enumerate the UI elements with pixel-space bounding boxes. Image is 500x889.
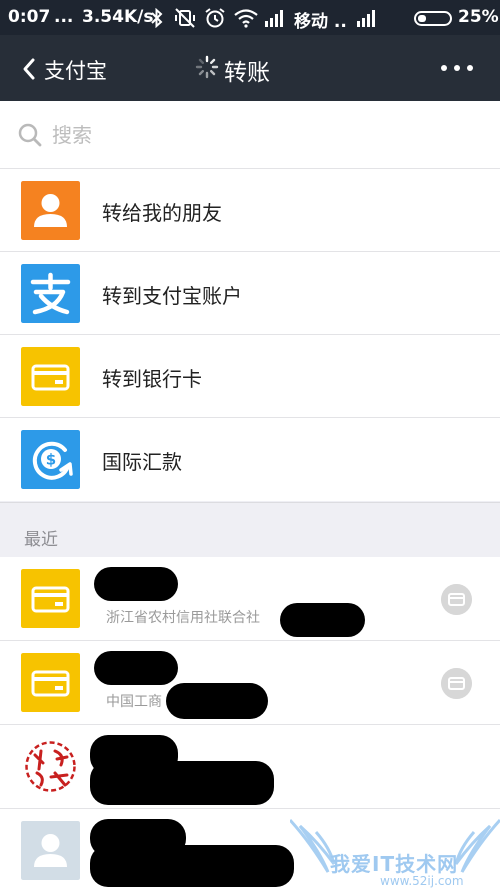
redacted-account: [90, 761, 274, 805]
menu-item-label: 转到银行卡: [102, 367, 202, 391]
transfer-to-alipay-account[interactable]: 转到支付宝账户: [0, 252, 500, 335]
alipay-icon: [21, 264, 80, 323]
search-input[interactable]: [52, 117, 472, 153]
default-avatar-icon: [21, 821, 80, 880]
page-title: 转账: [224, 60, 270, 86]
redacted-account: [166, 683, 268, 719]
bank-card-icon: [21, 569, 80, 628]
card-button-icon[interactable]: [441, 668, 472, 699]
svg-text:$: $: [46, 451, 56, 469]
loading-spinner-icon: [195, 55, 219, 79]
recent-item[interactable]: [0, 725, 500, 809]
network-speed: 3.54K/s: [82, 7, 154, 27]
recent-bank-name: 中国工商: [106, 694, 162, 710]
signal-icon: [265, 10, 283, 27]
recent-bank-name: 浙江省农村信用社联合社: [106, 610, 260, 626]
vibrate-mute-icon: [175, 8, 195, 28]
international-remit-icon: $: [21, 430, 80, 489]
search-icon: [18, 123, 42, 147]
battery-icon: [414, 11, 452, 26]
transfer-to-bank-card[interactable]: 转到银行卡: [0, 335, 500, 418]
bank-card-icon: [21, 653, 80, 712]
status-time: 0:07: [8, 7, 51, 27]
redacted-account: [90, 845, 294, 887]
signal-icon-2: [357, 10, 375, 27]
recent-header-label: 最近: [24, 530, 58, 550]
search-bar: [0, 101, 500, 169]
alarm-icon: [205, 8, 225, 28]
redacted-name: [94, 651, 178, 685]
menu-item-label: 转给我的朋友: [102, 201, 222, 225]
seal-avatar: [21, 737, 80, 796]
recent-item[interactable]: [0, 809, 500, 889]
bluetooth-icon: [151, 8, 163, 28]
status-dots: ...: [54, 7, 74, 27]
recent-item[interactable]: 浙江省农村信用社联合社: [0, 557, 500, 641]
recent-header: 最近: [0, 502, 500, 557]
menu-item-label: 转到支付宝账户: [102, 284, 242, 308]
recent-item[interactable]: 中国工商: [0, 641, 500, 725]
back-icon[interactable]: [16, 54, 46, 84]
contact-icon: [21, 181, 80, 240]
transfer-options: 转给我的朋友 转到支付宝账户 转到银行卡 $ 国际汇款: [0, 169, 500, 501]
international-remittance[interactable]: $ 国际汇款: [0, 418, 500, 501]
recent-list: 浙江省农村信用社联合社 中国工商: [0, 557, 500, 889]
status-bar: 0:07 ... 3.54K/s 移动 .. 25%: [0, 0, 500, 35]
carrier-name: 移动 ..: [294, 12, 347, 32]
bank-card-icon: [21, 347, 80, 406]
redacted-name: [94, 567, 178, 601]
more-options-icon[interactable]: [440, 63, 474, 73]
back-button[interactable]: 支付宝: [44, 55, 107, 85]
nav-bar: 支付宝 转账: [0, 35, 500, 101]
battery-percent: 25%: [458, 7, 499, 27]
transfer-to-friend[interactable]: 转给我的朋友: [0, 169, 500, 252]
wifi-icon: [234, 9, 258, 28]
redacted-account: [280, 603, 365, 637]
card-button-icon[interactable]: [441, 584, 472, 615]
menu-item-label: 国际汇款: [102, 450, 182, 474]
